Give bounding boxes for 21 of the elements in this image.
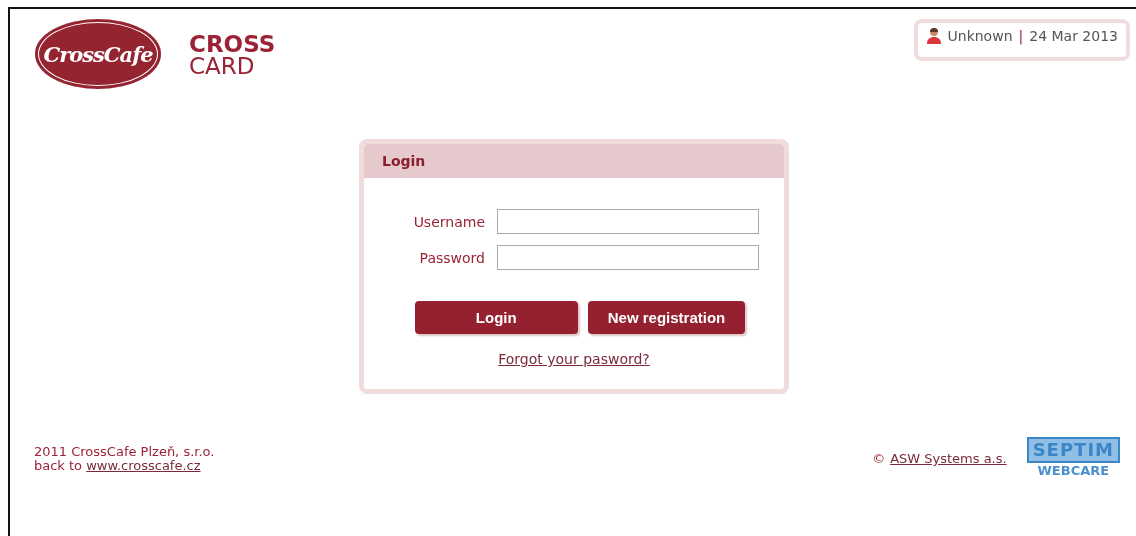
field-label: Password <box>418 249 485 266</box>
input-field[interactable] <box>497 209 759 234</box>
back-text: back to <box>34 458 83 473</box>
copyright-symbol: © <box>872 451 886 466</box>
forgot-password-link[interactable]: Forgot your pasword? <box>498 351 650 367</box>
login-button[interactable]: Login <box>414 301 578 334</box>
website-link[interactable]: www.crosscafe.cz <box>86 458 201 473</box>
current-date: 24 Mar 2013 <box>1029 28 1118 44</box>
field-label: Username <box>412 213 485 230</box>
brand-title: CROSS <box>189 33 276 55</box>
registration-button[interactable]: New registration <box>587 301 746 334</box>
user-name: Unknown <box>947 28 1013 44</box>
copyright-text: 2011 CrossCafe Plzeň, s.r.o. <box>34 445 215 459</box>
brand-subtitle: CARD <box>189 55 256 77</box>
user-icon <box>925 27 942 45</box>
input-field[interactable] <box>497 245 759 270</box>
panel-title: Login <box>382 153 426 169</box>
septim-webcare-logo: SEPTIM WEBCARE <box>1026 437 1120 478</box>
crosscafe-logo: CrossCafe <box>35 19 161 89</box>
vendor-link[interactable]: ASW Systems a.s. <box>890 451 1007 466</box>
separator: | <box>1018 28 1024 44</box>
